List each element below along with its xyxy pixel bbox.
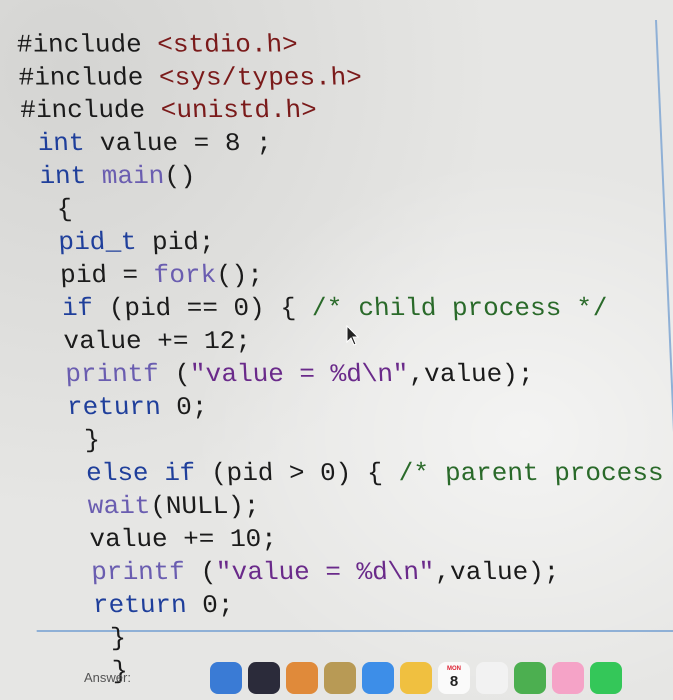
dock: MON 8 [210,655,673,700]
maps-icon[interactable] [514,661,546,694]
screen: #include <stdio.h> #include <sys/types.h>… [0,0,673,700]
code-line: return 0; [66,392,209,422]
calendar-icon[interactable]: MON 8 [438,661,470,694]
code-line: { [24,194,74,224]
code-line: } [47,623,127,653]
code-line: wait(NULL); [87,491,261,521]
stickies-icon[interactable] [400,661,432,694]
code-line: printf ("value = %d\n",value); [64,359,535,389]
code-line: } [36,425,101,455]
code-line: return 0; [92,590,235,620]
code-line: #include <unistd.h> [19,95,318,125]
photos-icon[interactable] [552,661,584,694]
code-line: value += 10; [42,524,278,554]
calendar-day: 8 [449,672,459,690]
siri-icon[interactable] [248,661,280,694]
code-line: printf ("value = %d\n",value); [90,557,561,587]
notes-icon[interactable] [324,661,356,694]
code-line: else if (pid > 0) { /* parent process */ [85,458,665,488]
code-block: #include <stdio.h> #include <sys/types.h>… [16,28,673,688]
code-line: #include <stdio.h> [16,29,299,60]
finder-icon[interactable] [210,661,242,694]
code-line: if (pid == 0) { /* child process */ [61,293,609,323]
messages-icon[interactable] [590,661,622,694]
mouse-pointer-icon [346,325,360,346]
answer-label: Answer: [84,670,131,685]
code-line: #include <sys/types.h> [17,62,363,93]
reminders-icon[interactable] [476,661,508,694]
code-line: pid_t pid; [57,227,216,257]
code-line: int value = 8 ; [36,128,273,158]
code-line: pid = fork(); [28,260,264,290]
code-line: int main() [38,161,197,191]
mail-icon[interactable] [362,661,394,694]
calendar-month: MON [447,665,461,672]
launchpad-icon[interactable] [286,661,318,694]
